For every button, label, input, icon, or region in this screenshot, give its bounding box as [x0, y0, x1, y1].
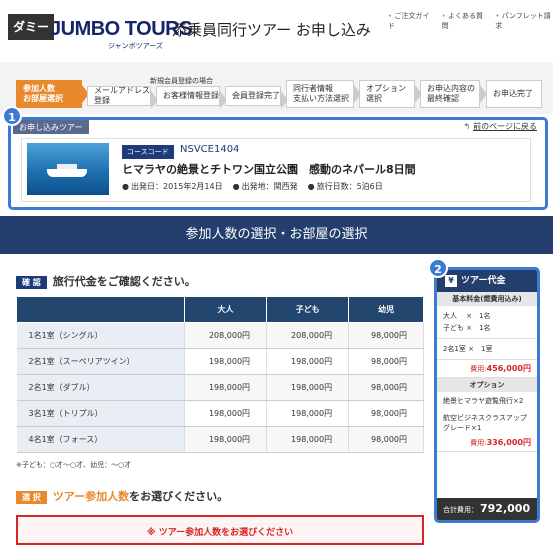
step-option: オプション 選択 [359, 80, 422, 108]
confirm-heading: 確 認旅行代金をご確認ください。 [16, 273, 196, 289]
price-table-header: 大人 子ども 幼児 [16, 296, 424, 323]
tour-summary: お申し込みツアー ↰ 前のページに戻る コースコード NSVCE1404 ヒマラヤ… [8, 117, 548, 210]
departure-date: 出発日：2015年2月14日 [122, 181, 223, 192]
header: ダミー JUMBO TOURS ジャンボツアーズ 添乗員同行ツアー お申し込み … [0, 0, 553, 62]
back-arrow-icon: ↰ [463, 122, 471, 131]
progress-steps: 新規会員登録の場合 参加人数 お部屋選択 メールアドレス登録 お客様情報登録 会… [0, 62, 553, 114]
select-heading: 選 択ツアー参加人数をお選びください。 [16, 488, 228, 504]
step-customer-info: お客様情報登録 [156, 86, 227, 109]
course-code-label: コースコード [122, 145, 174, 159]
header-infant: 幼児 [348, 296, 424, 323]
price-infant: 98,000円 [348, 322, 424, 349]
child-count: 子ども × 1名 [443, 324, 491, 332]
room-type: 3名1室（トリプル） [16, 400, 185, 427]
price-adult: 198,000円 [184, 400, 268, 427]
trip-duration: 旅行日数：5泊6日 [308, 181, 383, 192]
tour-label: お申し込みツアー [13, 120, 89, 134]
table-row: 1名1室（シングル） 208,000円 208,000円 98,000円 [16, 322, 424, 349]
departure-place: 出発地：関西発 [233, 181, 298, 192]
basic-fee-label: 基本料金(燃費用込み) [437, 292, 537, 306]
table-row: 2名1室（スーペリアツイン） 198,000円 198,000円 98,000円 [16, 348, 424, 375]
link-pamphlet[interactable]: パンフレット請求 [495, 11, 553, 31]
dummy-label: ダミー [8, 14, 54, 40]
price-adult: 198,000円 [184, 348, 268, 375]
price-infant: 98,000円 [348, 348, 424, 375]
price-adult: 198,000円 [184, 374, 268, 401]
select-heading-accent: ツアー参加人数 [52, 490, 130, 503]
age-note: ※子ども：○才〜○才、幼児：〜○才 [16, 461, 132, 469]
warning-message: ※ ツアー参加人数をお選びください [16, 515, 424, 545]
price-summary-panel: ¥ ツアー代金 基本料金(燃費用込み) 大人 × 1名 子ども × 1名 2名1室… [434, 267, 540, 523]
step-participants: 参加人数 お部屋選択 [16, 80, 89, 108]
subtotal-option: 費用:336,000円 [437, 434, 537, 452]
confirm-heading-text: 旅行代金をご確認ください。 [52, 275, 196, 288]
back-link-label: 前のページに戻る [473, 122, 537, 131]
step-member-complete: 会員登録完了 [225, 86, 288, 109]
step-companion: 同行者情報 支払い方法選択 [286, 80, 361, 108]
room-type: 4名1室（フォース） [16, 426, 185, 453]
confirm-tag: 確 認 [16, 276, 47, 289]
price-table: 大人 子ども 幼児 1名1室（シングル） 208,000円 208,000円 9… [16, 296, 424, 453]
brand-subtitle: ジャンボツアーズ [108, 42, 163, 50]
room-type: 2名1室（ダブル） [16, 374, 185, 401]
header-child: 子ども [266, 296, 350, 323]
tour-card: コースコード NSVCE1404 ヒマラヤの絶景とチトワン国立公園 感動のネパー… [21, 138, 531, 202]
header-room [16, 296, 185, 323]
grand-total: 合計費用：792,000円 [437, 498, 537, 520]
price-child: 198,000円 [266, 426, 350, 453]
table-row: 3名1室（トリプル） 198,000円 198,000円 98,000円 [16, 400, 424, 427]
adult-count: 大人 × 1名 [443, 312, 491, 320]
option-item-1: 絶景ヒマラヤ遊覧飛行×2 [443, 397, 524, 405]
price-infant: 98,000円 [348, 374, 424, 401]
price-child: 198,000円 [266, 348, 350, 375]
select-tag: 選 択 [16, 491, 47, 504]
step-email: メールアドレス登録 [87, 86, 158, 109]
step-confirm: お申込内容の 最終確認 [420, 80, 487, 108]
page-title: 添乗員同行ツアー お申し込み [172, 21, 371, 39]
back-link[interactable]: ↰ 前のページに戻る [463, 121, 537, 132]
yen-icon: ¥ [445, 275, 457, 287]
room-type: 2名1室（スーペリアツイン） [16, 348, 185, 375]
top-links: ご注文ガイド よくある質問 パンフレット請求 [388, 11, 553, 31]
price-adult: 198,000円 [184, 426, 268, 453]
room-count: 2名1室 × 1室 [437, 338, 537, 359]
callout-badge-2: 2 [428, 258, 448, 278]
room-type: 1名1室（シングル） [16, 322, 185, 349]
brand-logo[interactable]: JUMBO TOURS [50, 18, 192, 41]
price-child: 198,000円 [266, 400, 350, 427]
steps-group-label: 新規会員登録の場合 [150, 77, 213, 85]
price-adult: 208,000円 [184, 322, 268, 349]
side-title: ツアー代金 [461, 276, 506, 286]
link-order-guide[interactable]: ご注文ガイド [388, 11, 433, 31]
price-child: 208,000円 [266, 322, 350, 349]
step-complete: お申込完了 [486, 80, 542, 108]
link-faq[interactable]: よくある質問 [442, 11, 487, 31]
side-header: ¥ ツアー代金 [437, 270, 537, 292]
price-infant: 98,000円 [348, 426, 424, 453]
tour-thumbnail [27, 143, 109, 195]
section-title: 参加人数の選択・お部屋の選択 [0, 216, 553, 254]
select-heading-rest: をお選びください。 [129, 490, 229, 503]
callout-badge-1: 1 [2, 106, 22, 126]
table-row: 4名1室（フォース） 198,000円 198,000円 98,000円 [16, 426, 424, 453]
option-item-2: 航空ビジネスクラスアップグレード×1 [443, 414, 527, 432]
tour-name: ヒマラヤの絶景とチトワン国立公園 感動のネパール8日間 [122, 163, 416, 176]
course-code: NSVCE1404 [180, 144, 240, 155]
header-adult: 大人 [183, 296, 268, 323]
subtotal-basic: 費用:456,000円 [437, 359, 537, 378]
price-infant: 98,000円 [348, 400, 424, 427]
tour-meta: 出発日：2015年2月14日 出発地：関西発 旅行日数：5泊6日 [122, 181, 383, 192]
price-child: 198,000円 [266, 374, 350, 401]
option-label: オプション [437, 378, 537, 392]
table-row: 2名1室（ダブル） 198,000円 198,000円 98,000円 [16, 374, 424, 401]
